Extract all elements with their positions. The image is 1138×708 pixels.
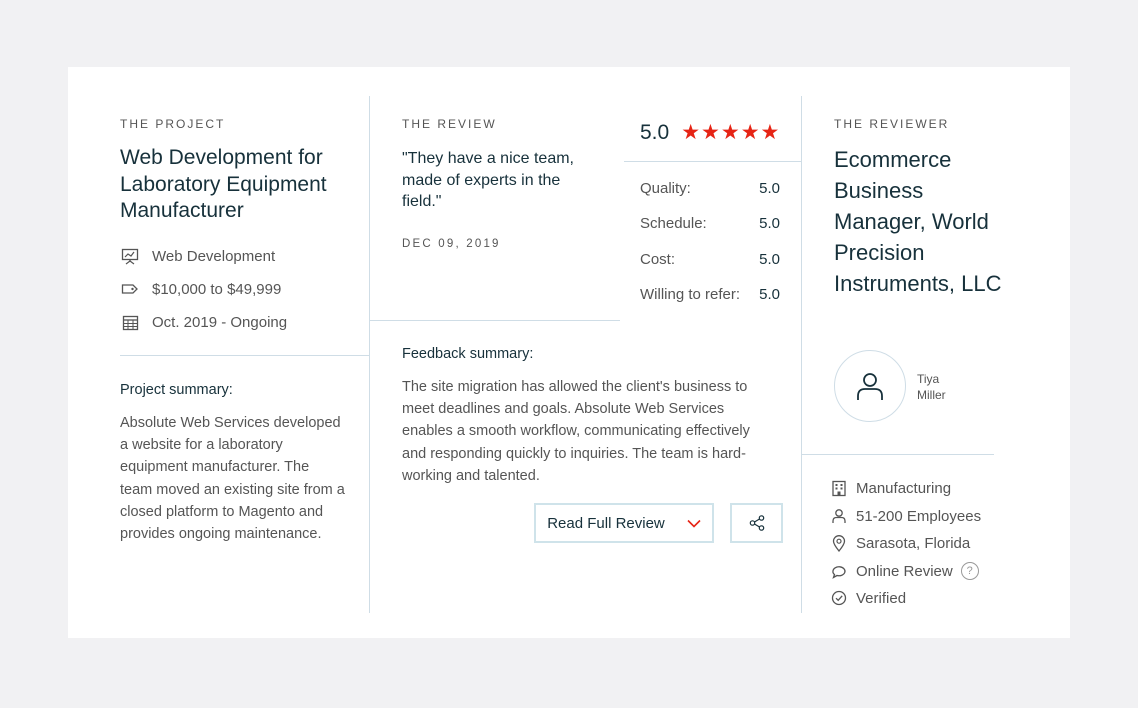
star-icon: ★: [681, 121, 702, 144]
project-budget: $10,000 to $49,999: [120, 280, 281, 298]
reviewer-eyebrow: THE REVIEWER: [834, 117, 950, 131]
reviewer-name: Tiya Miller: [917, 371, 967, 403]
avatar: [834, 350, 906, 422]
reviewer-divider: [802, 454, 994, 455]
overall-score: 5.0: [640, 120, 670, 144]
star-rating: ★★★★★: [681, 120, 780, 145]
rating-cost: Cost: 5.0: [640, 251, 780, 268]
rating-value: 5.0: [759, 286, 780, 303]
reviewer-company-size-text: 51-200 Employees: [856, 507, 982, 525]
reviewer-verified: Verified: [830, 589, 906, 607]
rating-value: 5.0: [759, 251, 780, 268]
review-card: THE PROJECT Web Development for Laborato…: [68, 67, 1070, 638]
review-date: DEC 09, 2019: [402, 238, 501, 250]
review-eyebrow: THE REVIEW: [402, 117, 497, 131]
read-full-review-label: Read Full Review: [547, 514, 665, 532]
rating-label: Quality:: [640, 180, 691, 197]
rating-divider: [624, 161, 801, 162]
column-divider: [801, 96, 802, 613]
project-budget-text: $10,000 to $49,999: [152, 280, 282, 298]
chat-bubble-icon: [830, 562, 848, 580]
reviewer-company-size: 51-200 Employees: [830, 507, 981, 525]
reviewer-title: Ecommerce Business Manager, World Precis…: [834, 147, 1002, 296]
presentation-icon: [120, 247, 140, 265]
rating-quality: Quality: 5.0: [640, 180, 780, 197]
feedback-text: The site migration has allowed the clien…: [402, 379, 750, 484]
reviewer-industry-text: Manufacturing: [856, 479, 952, 497]
location-pin-icon: [830, 534, 848, 552]
project-summary-heading: Project summary:: [120, 382, 233, 398]
price-tag-icon: [120, 280, 140, 298]
user-avatar-icon: [853, 369, 887, 403]
calendar-icon: [120, 313, 140, 331]
reviewer-review-type: Online Review ?: [830, 562, 979, 580]
review-quote: "They have a nice team, made of experts …: [402, 150, 574, 210]
reviewer-industry: Manufacturing: [830, 479, 951, 497]
project-summary-text: Absolute Web Services developed a websit…: [120, 415, 345, 543]
rating-label: Cost:: [640, 251, 676, 268]
rating-value: 5.0: [759, 180, 780, 197]
project-eyebrow: THE PROJECT: [120, 117, 226, 131]
rating-willing-to-refer: Willing to refer: 5.0: [640, 286, 780, 303]
reviewer-review-type-text: Online Review: [856, 562, 953, 580]
star-icon: ★: [760, 121, 781, 144]
reviewer-verified-text: Verified: [856, 589, 907, 607]
column-divider: [369, 96, 370, 613]
rating-label: Willing to refer:: [640, 286, 741, 303]
project-service: Web Development: [120, 247, 275, 265]
reviewer-location: Sarasota, Florida: [830, 534, 970, 552]
check-circle-icon: [830, 589, 848, 607]
star-icon: ★: [701, 121, 721, 144]
project-service-text: Web Development: [152, 247, 276, 265]
project-dates-text: Oct. 2019 - Ongoing: [152, 313, 288, 331]
project-dates: Oct. 2019 - Ongoing: [120, 313, 287, 331]
rating-schedule: Schedule: 5.0: [640, 215, 780, 232]
chevron-down-icon: [687, 519, 701, 528]
share-icon: [748, 514, 766, 532]
project-divider: [120, 355, 369, 356]
review-divider: [370, 320, 620, 321]
star-icon: ★: [720, 121, 741, 144]
user-icon: [830, 507, 848, 525]
feedback-heading: Feedback summary:: [402, 346, 534, 362]
star-icon: ★: [740, 121, 761, 144]
read-full-review-button[interactable]: Read Full Review: [534, 503, 714, 543]
help-icon[interactable]: ?: [960, 562, 979, 580]
building-icon: [830, 479, 848, 497]
overall-rating: 5.0 ★★★★★: [640, 120, 780, 145]
reviewer-last-name: Miller: [917, 388, 946, 402]
reviewer-first-name: Tiya: [917, 372, 940, 386]
reviewer-location-text: Sarasota, Florida: [856, 534, 971, 552]
project-title: Web Development for Laboratory Equipment…: [120, 146, 327, 222]
share-button[interactable]: [730, 503, 783, 543]
rating-value: 5.0: [759, 215, 780, 232]
rating-label: Schedule:: [640, 215, 707, 232]
